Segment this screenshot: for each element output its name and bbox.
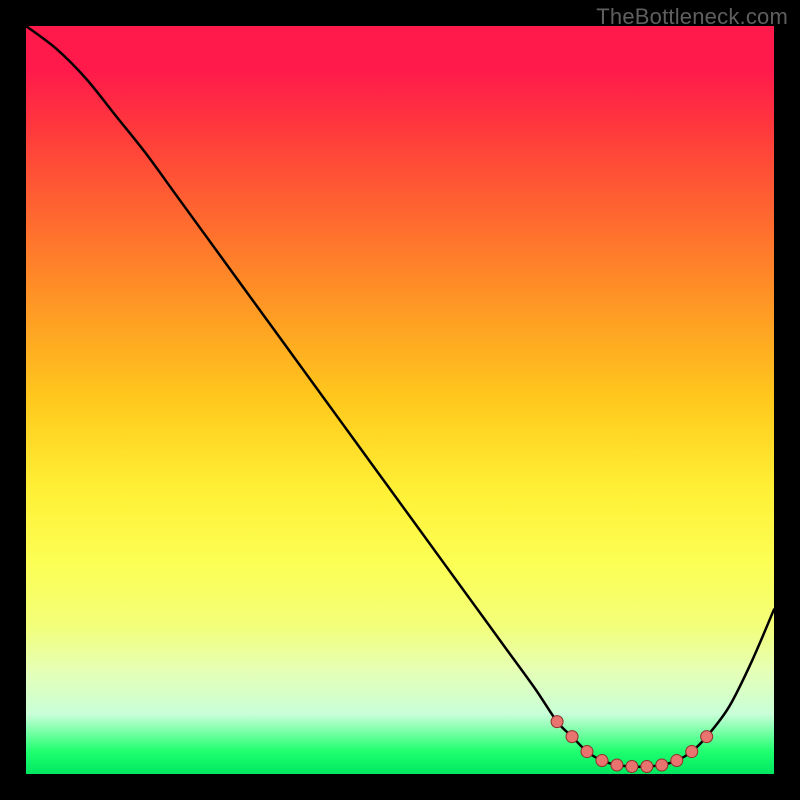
chart-frame: TheBottleneck.com [0,0,800,800]
curve-marker [551,716,563,728]
curve-marker [581,746,593,758]
curve-marker [626,761,638,773]
curve-marker [596,755,608,767]
curve-marker [566,731,578,743]
curve-marker [686,746,698,758]
chart-overlay [0,0,800,800]
bottleneck-curve [26,26,774,767]
curve-marker [701,731,713,743]
curve-marker [611,759,623,771]
curve-marker [641,761,653,773]
curve-marker [671,755,683,767]
curve-marker [656,759,668,771]
